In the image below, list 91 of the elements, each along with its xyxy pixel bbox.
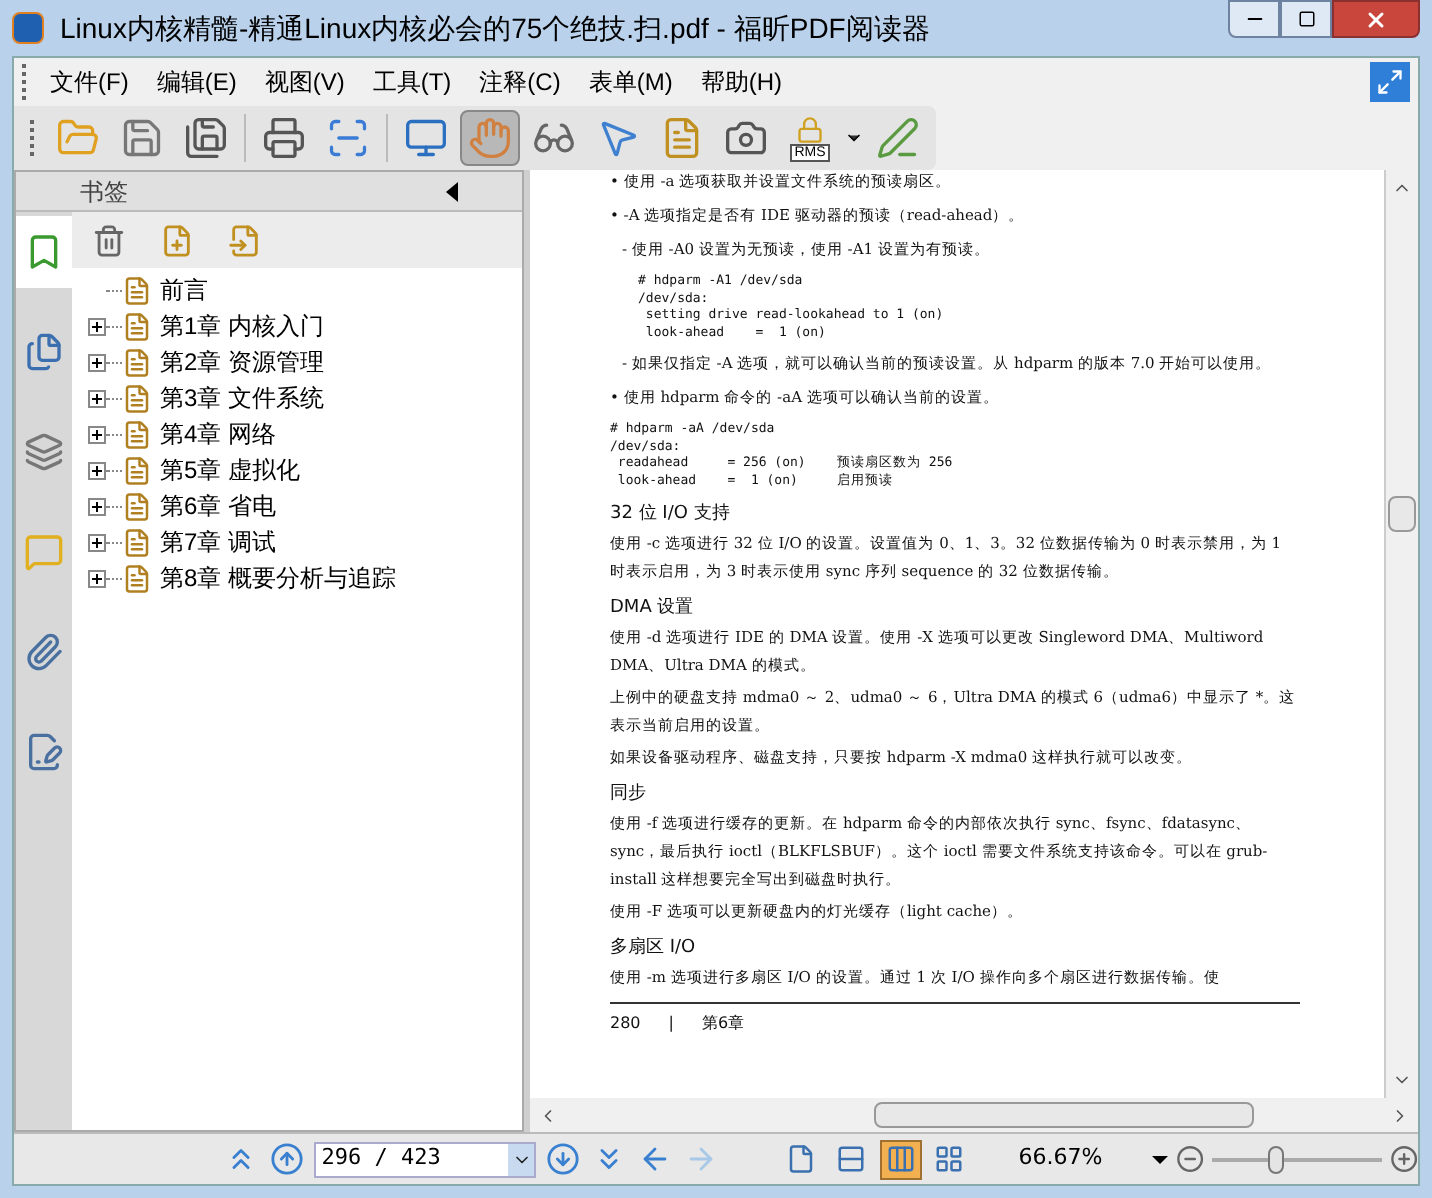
- bookmark-page-icon: [122, 491, 152, 521]
- expand-toggle[interactable]: [88, 317, 106, 335]
- continuous-page-icon: [835, 1144, 866, 1174]
- bookmark-item[interactable]: 第5章 虚拟化: [160, 452, 301, 488]
- scanner-icon: [326, 116, 370, 160]
- bookmark-page-icon: [122, 563, 152, 593]
- bookmark-item[interactable]: 前言: [160, 272, 208, 308]
- folder-icon: [56, 116, 100, 160]
- expand-toggle[interactable]: [88, 389, 106, 407]
- scrollbar-thumb[interactable]: [1388, 496, 1416, 532]
- section-heading: DMA 设置: [610, 596, 696, 620]
- bookmark-page-icon: [122, 347, 152, 377]
- fullscreen-toggle-icon[interactable]: [1370, 62, 1410, 102]
- floppy-disks-icon: [184, 116, 228, 160]
- expand-toggle[interactable]: [88, 533, 106, 551]
- grid-view-icon: [934, 1144, 965, 1174]
- zoom-slider[interactable]: [1212, 1145, 1382, 1173]
- section-heading: 32 位 I/O 支持: [610, 502, 732, 526]
- zoom-dropdown-icon[interactable]: [1151, 1155, 1168, 1163]
- single-page-icon: [786, 1144, 817, 1174]
- bookmark-item[interactable]: 第7章 调试: [160, 524, 277, 560]
- menu-item[interactable]: 表单(M): [574, 64, 687, 100]
- close-icon: [1364, 7, 1388, 31]
- page-number-field[interactable]: 296 / 423: [313, 1141, 537, 1177]
- add-bookmark-icon: [159, 223, 193, 257]
- bookmark-item[interactable]: 第4章 网络: [160, 416, 277, 452]
- maximize-icon: [1297, 10, 1315, 28]
- camera-icon: [724, 116, 768, 160]
- window-title: Linux内核精髓-精通Linux内核必会的75个绝技.扫.pdf - 福昕PDF阅读器: [60, 9, 932, 48]
- bookmark-tab[interactable]: [16, 216, 72, 288]
- bookmark-item[interactable]: 第2章 资源管理: [160, 344, 325, 380]
- expand-toggle[interactable]: [88, 497, 106, 515]
- expand-toggle[interactable]: [88, 353, 106, 371]
- zoom-level: 66.67%: [1018, 1142, 1105, 1175]
- next-page-button[interactable]: [544, 1139, 582, 1179]
- expand-toggle[interactable]: [88, 425, 106, 443]
- toolbar-grip: [30, 120, 36, 156]
- maximize-button[interactable]: [1280, 0, 1332, 38]
- panel-title: 书签: [80, 175, 130, 209]
- slider-thumb[interactable]: [1268, 1145, 1285, 1173]
- toolbar-grip: [22, 64, 28, 100]
- pages-icon: [24, 332, 64, 372]
- trash-icon: [91, 223, 125, 257]
- section-heading: 同步: [610, 782, 648, 806]
- pointer-icon: [596, 116, 640, 160]
- signature-icon: [24, 732, 64, 772]
- footer-separator: |: [668, 1012, 674, 1036]
- menu-item[interactable]: 视图(V): [250, 64, 359, 100]
- bookmark-item[interactable]: 第1章 内核入门: [160, 308, 325, 344]
- menu-item[interactable]: 注释(C): [465, 64, 575, 100]
- app-logo-icon: [12, 12, 44, 44]
- bookmark-page-icon: [122, 275, 152, 305]
- close-button[interactable]: [1332, 0, 1420, 38]
- move-bookmark-icon: [227, 223, 261, 257]
- menu-item[interactable]: 编辑(E): [142, 64, 251, 100]
- zoom-out-icon[interactable]: [1175, 1144, 1204, 1174]
- layers-icon: [24, 432, 64, 472]
- paperclip-icon: [24, 632, 64, 672]
- move-bookmark-button[interactable]: [224, 220, 264, 260]
- bookmark-page-icon: [122, 455, 152, 485]
- previous-page-icon: [269, 1142, 304, 1176]
- printer-icon: [262, 116, 306, 160]
- bookmark-page-icon: [122, 527, 152, 557]
- page-number: 280: [610, 1012, 641, 1036]
- bookmark-page-icon: [122, 383, 152, 413]
- bookmark-item[interactable]: 第3章 文件系统: [160, 380, 325, 416]
- expand-arrows-icon: [1376, 68, 1404, 96]
- text-document-icon: [660, 116, 704, 160]
- scrollbar-thumb[interactable]: [874, 1102, 1254, 1128]
- bookmark-page-icon: [122, 419, 152, 449]
- bookmark-item[interactable]: 第8章 概要分析与追踪: [160, 560, 397, 596]
- menu-item[interactable]: 帮助(H): [686, 64, 796, 100]
- expand-toggle[interactable]: [88, 569, 106, 587]
- bookmark-item[interactable]: 第6章 省电: [160, 488, 277, 524]
- hand-icon: [468, 116, 512, 160]
- next-page-icon: [546, 1142, 581, 1176]
- bookmark-page-icon: [122, 311, 152, 341]
- previous-page-button[interactable]: [267, 1139, 306, 1179]
- menu-item[interactable]: 文件(F): [36, 64, 143, 100]
- facing-pages-button[interactable]: [879, 1139, 922, 1179]
- comment-icon: [24, 532, 64, 572]
- chapter-label: 第6章: [701, 1012, 745, 1036]
- section-heading: 多扇区 I/O: [610, 936, 698, 960]
- pen-icon: [876, 116, 920, 160]
- padlock-icon: [796, 115, 824, 143]
- menu-item[interactable]: 工具(T): [358, 64, 466, 100]
- expand-toggle[interactable]: [88, 461, 106, 479]
- zoom-in-icon[interactable]: [1389, 1144, 1418, 1174]
- facing-pages-icon: [885, 1144, 916, 1174]
- monitor-icon: [404, 116, 448, 160]
- horizontal-scrollbar[interactable]: [530, 1098, 1418, 1132]
